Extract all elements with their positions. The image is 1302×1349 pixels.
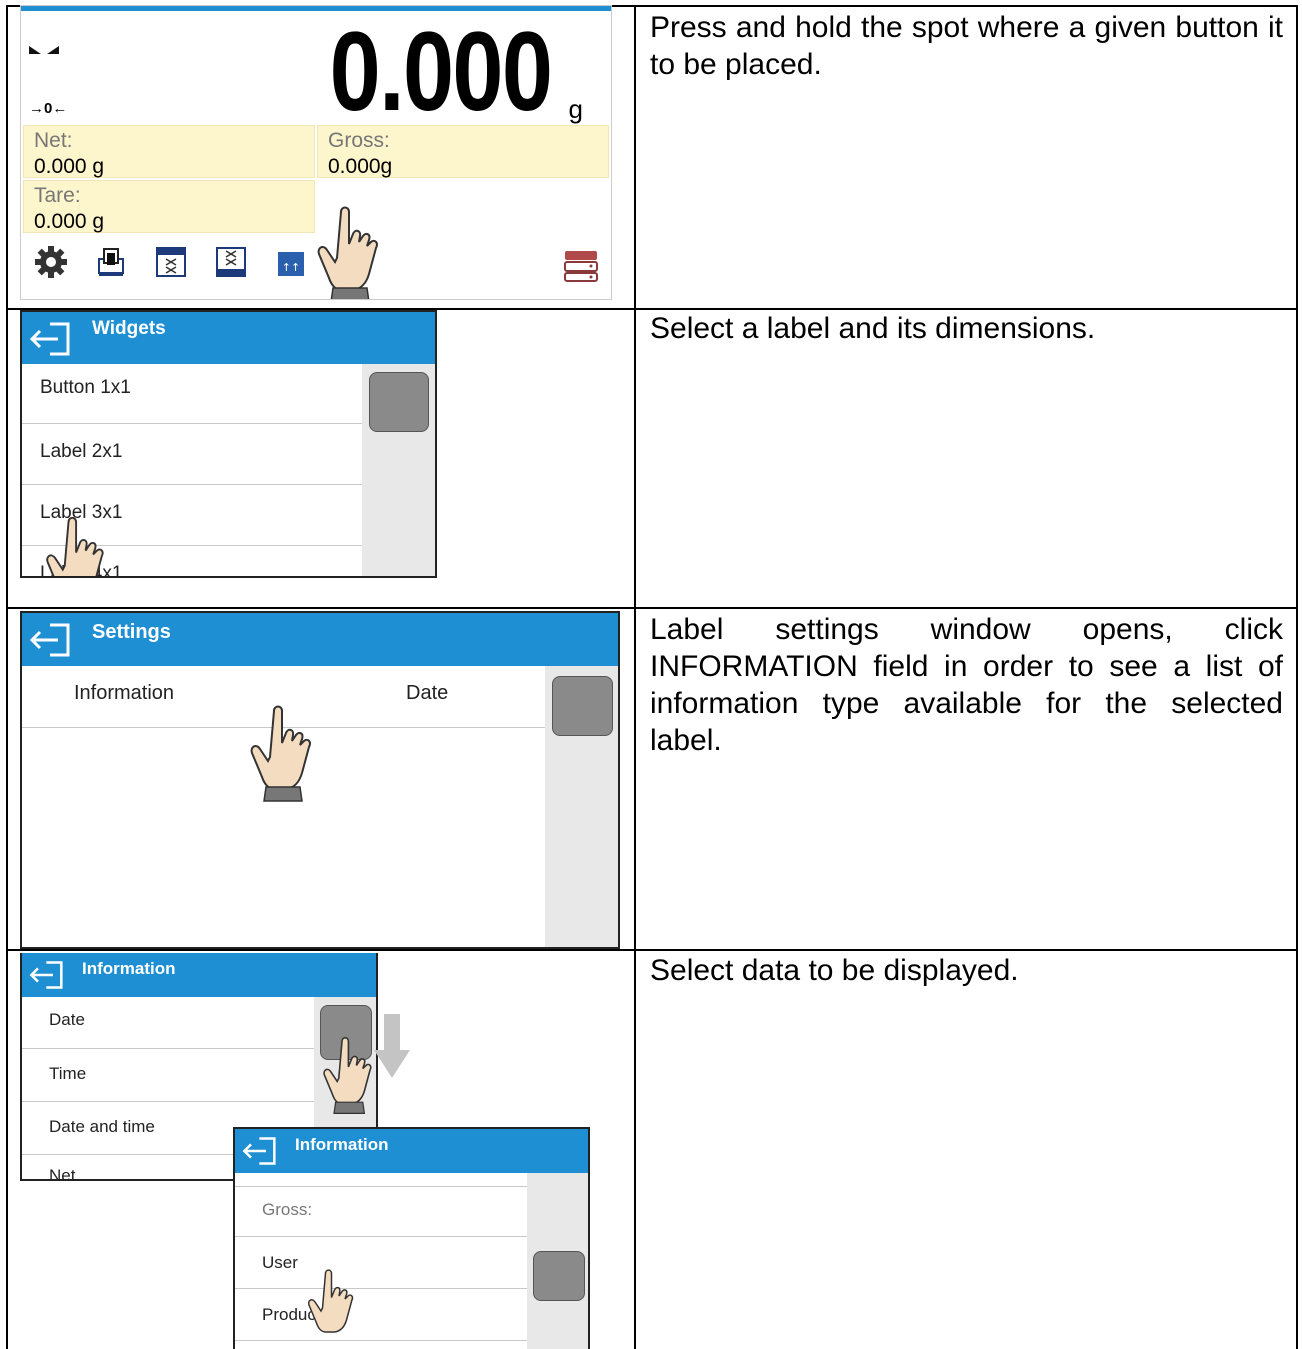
row-divider-2 [6, 607, 1298, 609]
pointing-hand-icon [307, 1269, 354, 1333]
pointing-hand-icon [46, 516, 104, 576]
pointing-hand-icon [250, 705, 311, 802]
dialog-title: Information [82, 959, 176, 978]
tare-icon[interactable] [153, 244, 189, 280]
scrollbar[interactable] [362, 364, 435, 576]
units-icon[interactable]: ↑↑ [273, 244, 309, 280]
scroll-thumb[interactable] [552, 676, 613, 736]
scroll-thumb[interactable] [369, 372, 429, 432]
zero-icon[interactable] [213, 244, 249, 280]
list-item[interactable]: Button 1x1 [22, 364, 362, 424]
table-border-middle [634, 5, 636, 1349]
scroll-thumb[interactable] [533, 1251, 585, 1301]
gross-box[interactable]: Gross: 0.000g [317, 125, 609, 178]
stability-icon [29, 46, 59, 54]
widgets-dialog: Widgets Button 1x1 Label 2x1 Label 3x1 L… [20, 310, 437, 578]
tare-label: Tare: [34, 184, 81, 207]
list-item[interactable]: User [235, 1237, 527, 1289]
table-border-right [1296, 5, 1298, 1349]
row2-instruction: Select a label and its dimensions. [650, 312, 1096, 345]
table-border-left [6, 5, 8, 1349]
row-divider-3 [6, 949, 1298, 951]
scrollbar[interactable] [545, 666, 618, 947]
bottom-toolbar: ↑↑ [33, 244, 309, 280]
row3-instruction: Label settings window opens, click INFOR… [650, 613, 1283, 757]
list-item-spacer [235, 1173, 527, 1187]
back-icon[interactable] [28, 621, 76, 659]
information-field-label: Information [74, 682, 175, 704]
tare-box[interactable]: Tare: 0.000 g [23, 180, 315, 233]
information-dialog-b: Information Gross: User Product [233, 1127, 590, 1349]
row4-instruction: Select data to be displayed. [650, 954, 1019, 987]
dialog-header: Information [22, 953, 376, 997]
dialog-header: Settings [22, 613, 618, 666]
list-item[interactable]: Gross: [235, 1187, 527, 1237]
back-icon[interactable] [28, 320, 76, 358]
gross-label: Gross: [328, 129, 390, 152]
list-item[interactable]: Label 2x1 [22, 424, 362, 485]
weight-reading: 0.000 [329, 9, 552, 134]
list-item[interactable]: Date [22, 997, 314, 1049]
dialog-title: Settings [92, 621, 171, 643]
dialog-title: Information [295, 1135, 389, 1154]
gross-value: 0.000g [328, 155, 393, 178]
dialog-header: Widgets [22, 312, 435, 364]
pointing-hand-icon [317, 206, 378, 299]
scrollbar[interactable] [527, 1173, 588, 1349]
dialog-title: Widgets [92, 318, 166, 339]
dialog-header: Information [235, 1129, 588, 1173]
net-box[interactable]: Net: 0.000 g [23, 125, 315, 178]
net-value: 0.000 g [34, 155, 105, 178]
settings-dialog: Settings Information Date [20, 611, 620, 949]
printer-icon[interactable] [93, 244, 129, 280]
back-icon[interactable] [241, 1135, 281, 1167]
gear-icon[interactable] [33, 244, 69, 280]
net-label: Net: [34, 129, 73, 152]
home-screen: →0← 0.000 g Net: 0.000 g Gross: 0.000g T… [20, 5, 612, 300]
instruction-table: Press and hold the spot where a given bu… [0, 0, 1302, 1349]
row1-instruction: Press and hold the spot where a given bu… [650, 11, 1283, 81]
database-icon[interactable] [563, 249, 599, 288]
zero-indicator: →0← [29, 100, 68, 117]
pointing-hand-icon [323, 1037, 372, 1114]
list-item[interactable]: Time [22, 1049, 314, 1102]
tare-value: 0.000 g [34, 210, 105, 233]
list-item[interactable]: Product [235, 1289, 527, 1341]
svg-text:↑↑: ↑↑ [282, 261, 300, 274]
back-icon[interactable] [28, 959, 68, 991]
weight-unit: g [568, 94, 583, 124]
information-field-value: Date [406, 682, 449, 704]
